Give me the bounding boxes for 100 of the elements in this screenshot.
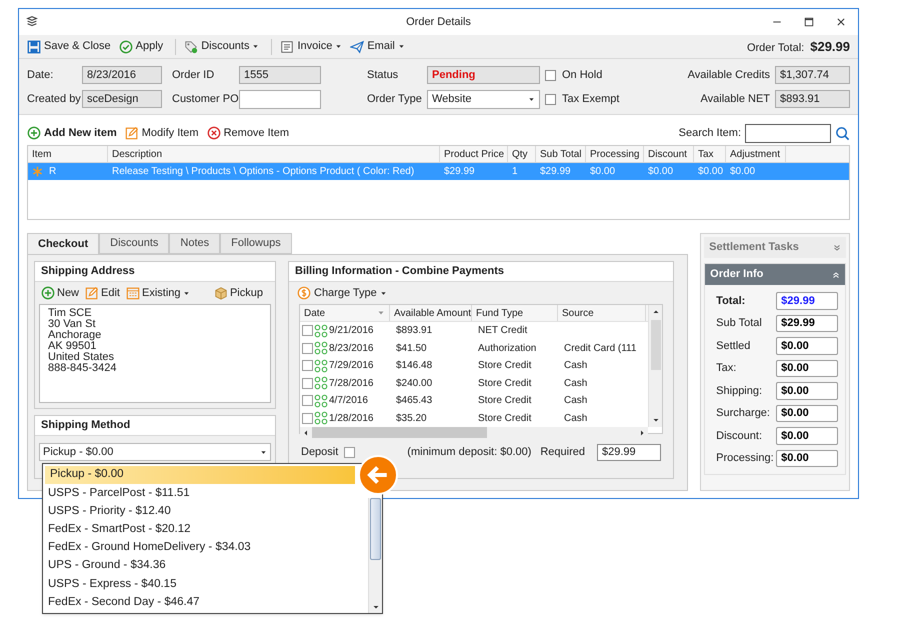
list-option[interactable]: UPS - Ground - $34.36 bbox=[43, 556, 353, 576]
amount-field: $0.00 bbox=[776, 404, 838, 422]
field-label: Date: bbox=[27, 68, 54, 83]
amount-field: $0.00 bbox=[776, 360, 838, 377]
table-cell-text: NET Credit bbox=[478, 324, 528, 338]
list-option[interactable]: FedEx - Ground HomeDelivery - $34.03 bbox=[43, 538, 353, 557]
checkbox[interactable] bbox=[545, 94, 556, 104]
tab[interactable]: Notes bbox=[169, 233, 220, 254]
paper-plane-icon bbox=[350, 40, 364, 54]
horizontal-scrollbar[interactable] bbox=[300, 427, 648, 438]
edit-button[interactable]: Edit bbox=[85, 284, 120, 302]
address-line: Anchorage bbox=[48, 330, 102, 341]
tab[interactable]: Checkout bbox=[27, 233, 100, 254]
email-button[interactable]: Email bbox=[348, 36, 407, 56]
column-header[interactable]: Sub Total bbox=[536, 146, 586, 162]
table-cell-text: Cash bbox=[564, 359, 588, 374]
save-button[interactable]: Save & Close bbox=[25, 36, 113, 56]
checkbox[interactable] bbox=[302, 378, 313, 389]
table-cell-text: $0.00 bbox=[590, 165, 616, 179]
plus-circle-icon bbox=[27, 126, 41, 140]
field-label: Order ID bbox=[172, 68, 216, 83]
discounts-button[interactable]: Discounts bbox=[182, 36, 262, 56]
required-label: Required bbox=[540, 444, 585, 460]
existing-button[interactable]: Existing bbox=[126, 284, 190, 302]
close-icon bbox=[836, 17, 846, 27]
table-cell-text: $35.20 bbox=[396, 412, 427, 426]
order-info-header[interactable]: Order Info bbox=[705, 264, 845, 285]
table-cell-text: 8/23/2016 bbox=[329, 342, 374, 356]
amount-field: $0.00 bbox=[776, 337, 838, 354]
four-rings-icon bbox=[314, 324, 328, 338]
field-label: Tax: bbox=[716, 361, 738, 376]
amount-field: $0.00 bbox=[776, 450, 838, 467]
column-header[interactable]: Discount bbox=[644, 146, 694, 162]
list-option[interactable]: USPS - Express - $40.15 bbox=[43, 575, 353, 594]
deposit-label: Deposit bbox=[301, 444, 338, 460]
asterisk-icon bbox=[32, 166, 43, 177]
checkbox[interactable] bbox=[302, 412, 313, 424]
column-header[interactable]: Qty bbox=[508, 146, 536, 162]
search-field[interactable] bbox=[745, 124, 831, 142]
caret-icon bbox=[260, 448, 267, 456]
tab[interactable]: Discounts bbox=[99, 233, 170, 254]
caret-icon bbox=[528, 96, 535, 102]
column-header[interactable]: Product Price bbox=[440, 146, 508, 162]
invoice-button[interactable]: Invoice bbox=[278, 36, 344, 56]
add-item-button[interactable]: Add New item bbox=[27, 124, 117, 142]
column-header[interactable]: Item bbox=[28, 146, 108, 162]
shipping-method-dropdown[interactable]: Pickup - $0.00 bbox=[39, 443, 271, 461]
settlement-tasks-header[interactable]: Settlement Tasks bbox=[704, 237, 846, 258]
column-header[interactable]: Adjustment bbox=[726, 146, 786, 162]
apply-button[interactable]: Apply bbox=[116, 36, 166, 56]
check-circle-icon bbox=[118, 40, 133, 54]
list-option[interactable]: USPS - ParcelPost - $11.51 bbox=[43, 484, 353, 502]
charge-type-button[interactable]: Charge Type bbox=[289, 282, 395, 304]
tab[interactable]: Followups bbox=[220, 233, 292, 254]
table-cell-text: 7/28/2016 bbox=[329, 376, 374, 391]
column-header[interactable]: Available Amount bbox=[390, 305, 472, 321]
field-label: Settled bbox=[716, 338, 752, 354]
required-field[interactable]: $29.99 bbox=[597, 444, 661, 460]
checkbox[interactable] bbox=[302, 360, 313, 372]
table-cell-text: $0.00 bbox=[648, 165, 674, 179]
list-option[interactable]: FedEx - Second Day - $46.47 bbox=[43, 593, 353, 612]
table-cell-text: 4/7/2016 bbox=[329, 394, 368, 408]
amount-field: $29.99 bbox=[776, 292, 838, 310]
column-header[interactable]: Processing bbox=[586, 146, 644, 162]
checkbox[interactable] bbox=[302, 325, 313, 336]
remove-item-button[interactable]: Remove Item bbox=[206, 124, 290, 142]
list-option[interactable]: USPS - Priority - $12.40 bbox=[43, 502, 353, 521]
modify-item-button[interactable]: Modify Item bbox=[124, 124, 199, 142]
checkbox[interactable] bbox=[302, 342, 313, 354]
readonly-field: sceDesign bbox=[82, 90, 162, 108]
table-cell-text: $29.99 bbox=[444, 165, 475, 179]
checkbox-label: Tax Exempt bbox=[562, 92, 620, 107]
new-button[interactable]: New bbox=[41, 284, 80, 302]
checkbox[interactable] bbox=[344, 446, 356, 458]
column-header[interactable]: Tax bbox=[694, 146, 726, 162]
table-cell-text: Cash bbox=[564, 412, 588, 426]
column-header[interactable]: Source bbox=[558, 305, 646, 321]
vertical-scrollbar[interactable] bbox=[648, 305, 662, 427]
pickup-button[interactable]: Pickup bbox=[214, 284, 263, 302]
checkbox[interactable] bbox=[302, 395, 313, 406]
checkbox[interactable] bbox=[545, 70, 556, 80]
vertical-scrollbar[interactable] bbox=[368, 498, 382, 613]
address-box[interactable]: Tim SCE 30 Van St Anchorage AK 99501 United States 888-845-3424 bbox=[39, 304, 271, 403]
checkbox-label: On Hold bbox=[562, 68, 602, 83]
search-icon bbox=[835, 126, 850, 140]
field-label: Order Type bbox=[367, 92, 423, 107]
input-field[interactable] bbox=[239, 90, 321, 108]
list-option[interactable]: Pickup - $0.00 bbox=[45, 466, 355, 484]
table-cell-text: Store Credit bbox=[478, 359, 532, 374]
dropdown[interactable]: Website bbox=[427, 90, 540, 108]
field-label: Created by bbox=[27, 92, 82, 107]
table-cell-text: 1 bbox=[512, 165, 518, 179]
maximize-icon bbox=[804, 17, 814, 27]
column-header[interactable]: Date bbox=[300, 305, 390, 321]
scroll-thumb[interactable] bbox=[370, 498, 381, 560]
list-option[interactable]: FedEx - SmartPost - $20.12 bbox=[43, 520, 353, 539]
search-label: Search Item: bbox=[678, 126, 741, 141]
column-header[interactable]: Description bbox=[108, 146, 440, 162]
column-header[interactable]: Fund Type bbox=[472, 305, 558, 321]
readonly-field: $1,307.74 bbox=[775, 66, 850, 84]
